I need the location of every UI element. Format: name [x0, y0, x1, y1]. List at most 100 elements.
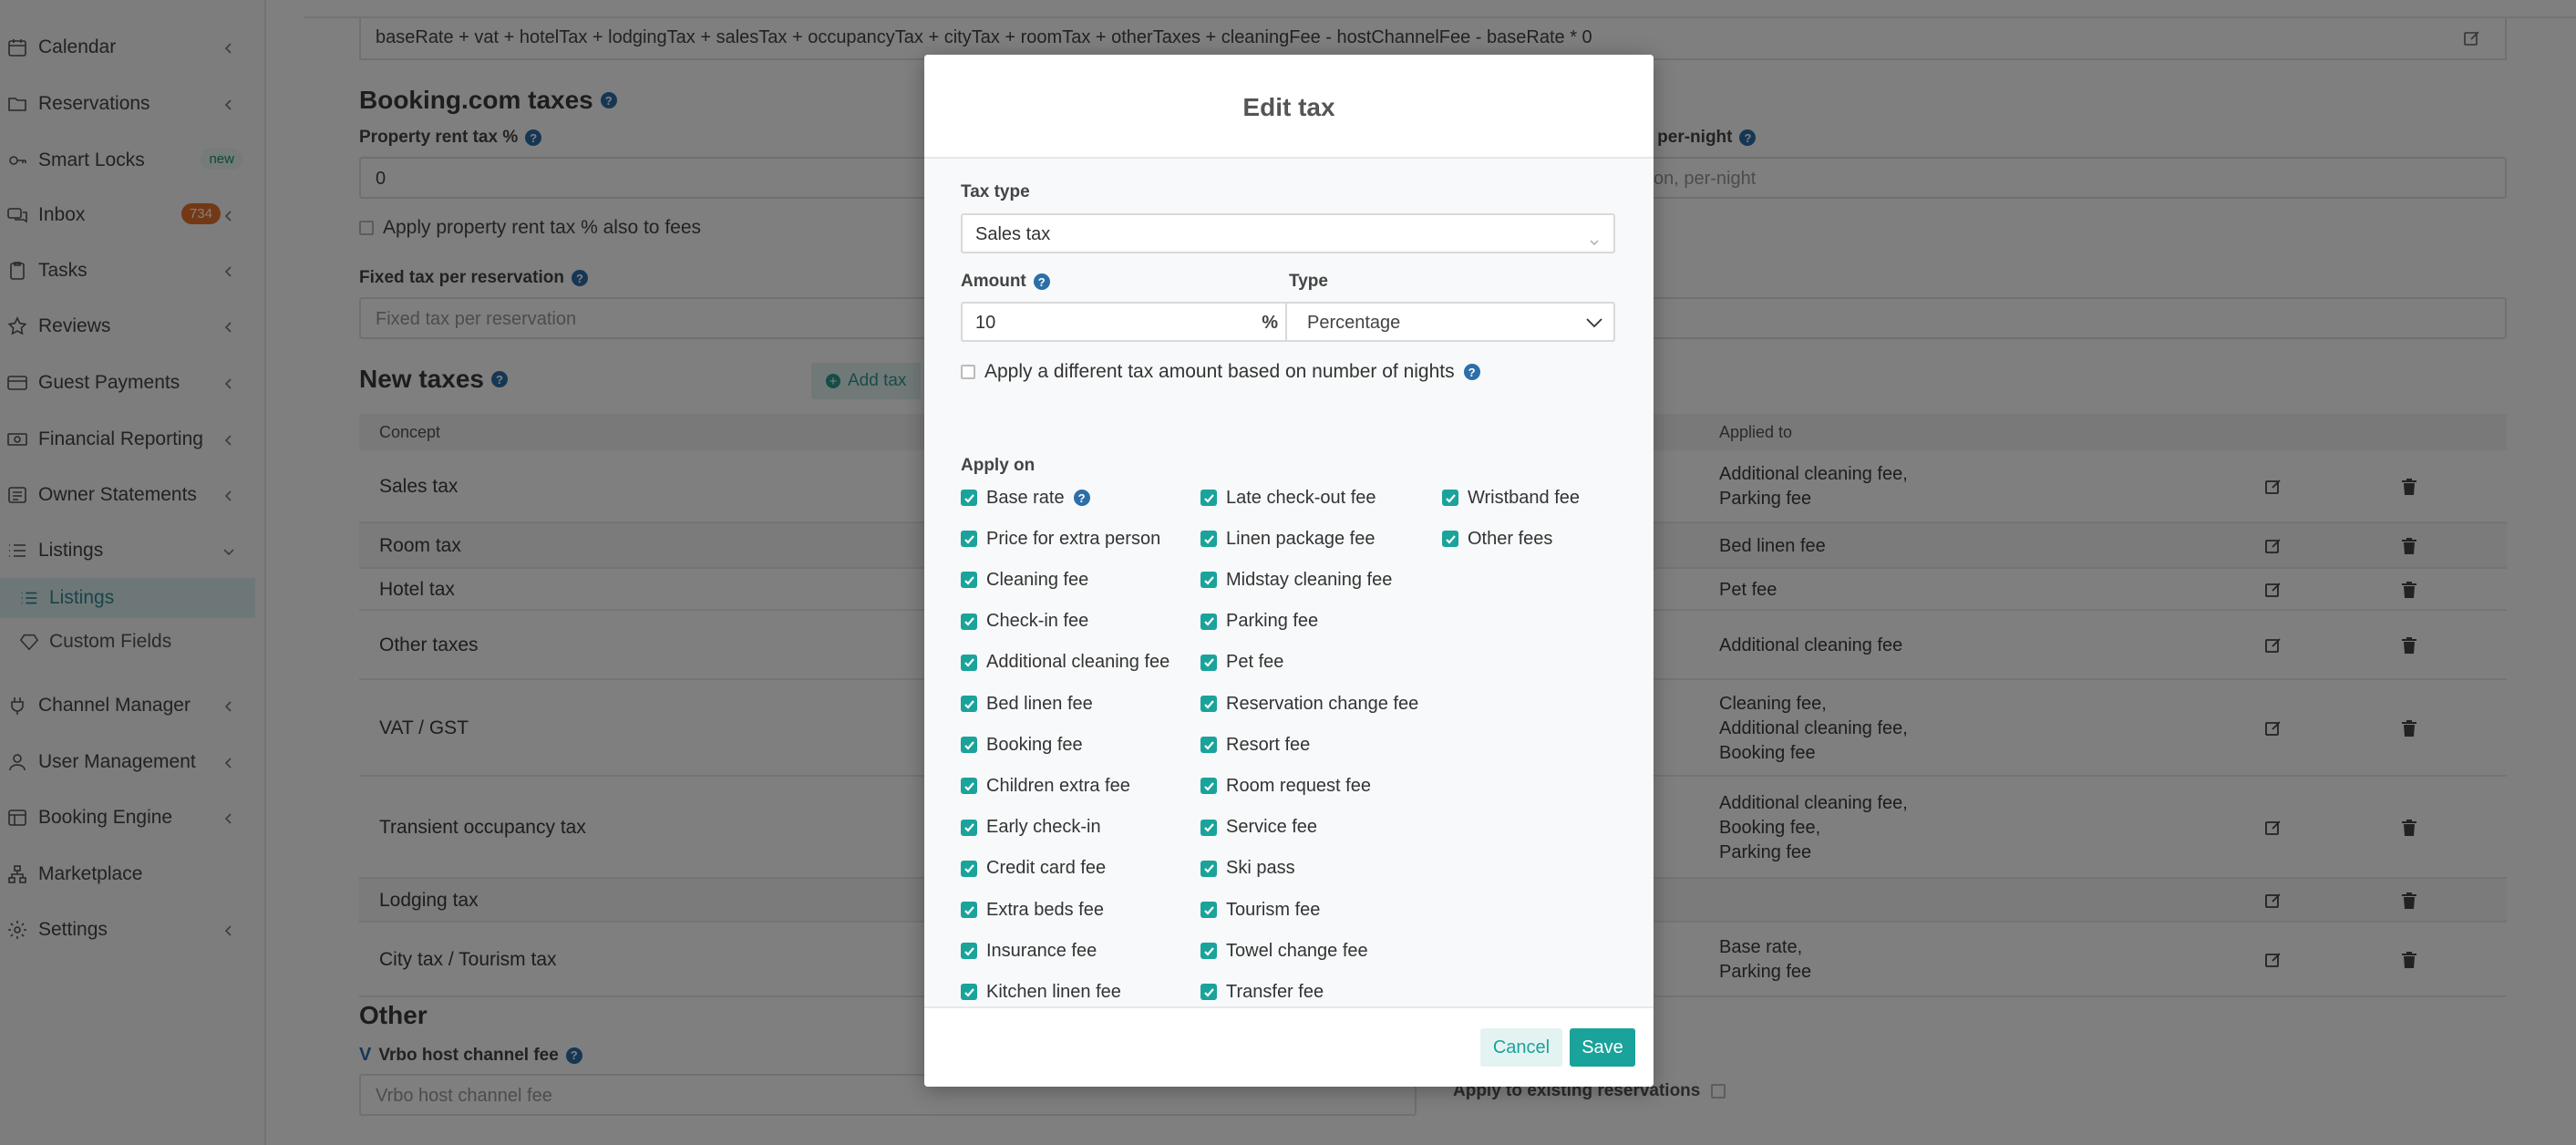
checkbox-checked-icon[interactable]: [1200, 737, 1217, 754]
apply-on-label: Apply on: [961, 456, 1036, 475]
checkbox-checked-icon[interactable]: [1200, 613, 1217, 630]
fee-checkbox[interactable]: Linen package fee: [1200, 526, 1375, 552]
checkbox-checked-icon[interactable]: [1442, 531, 1458, 548]
checkbox-checked-icon[interactable]: [1200, 572, 1217, 589]
fee-label: Service fee: [1226, 817, 1318, 838]
fee-label: Price for extra person: [986, 528, 1161, 549]
fee-checkbox[interactable]: Base rate?: [961, 485, 1090, 511]
checkbox-checked-icon[interactable]: [961, 490, 977, 506]
percent-unit: %: [1262, 313, 1278, 333]
type-select[interactable]: Percentage: [1287, 302, 1615, 342]
save-button[interactable]: Save: [1570, 1028, 1635, 1067]
fee-checkbox[interactable]: Tourism fee: [1200, 897, 1320, 923]
checkbox-checked-icon[interactable]: [1442, 490, 1458, 506]
fee-checkbox[interactable]: Room request fee: [1200, 773, 1371, 799]
fee-label: Bed linen fee: [986, 693, 1093, 714]
cancel-button[interactable]: Cancel: [1480, 1028, 1562, 1067]
fee-label: Linen package fee: [1226, 528, 1376, 549]
fee-label: Cleaning fee: [986, 569, 1089, 590]
fee-label: Wristband fee: [1468, 487, 1581, 508]
fee-label: Transfer fee: [1226, 981, 1324, 1002]
fee-checkbox[interactable]: Cleaning fee: [961, 567, 1088, 593]
fee-checkbox[interactable]: Transfer fee: [1200, 979, 1324, 1005]
checkbox-checked-icon[interactable]: [1200, 984, 1217, 1001]
fee-checkbox[interactable]: Other fees: [1442, 526, 1552, 552]
checkbox-checked-icon[interactable]: [1200, 943, 1217, 960]
fee-checkbox[interactable]: Towel change fee: [1200, 938, 1368, 964]
fee-checkbox[interactable]: Bed linen fee: [961, 691, 1093, 717]
fee-label: Insurance fee: [986, 940, 1097, 961]
checkbox-checked-icon[interactable]: [961, 572, 977, 589]
modal-header: Edit tax: [924, 55, 1654, 159]
fee-label: Check-in fee: [986, 611, 1089, 632]
checkbox-checked-icon[interactable]: [961, 943, 977, 960]
fee-checkbox[interactable]: Parking fee: [1200, 609, 1318, 634]
checkbox-checked-icon[interactable]: [961, 696, 977, 712]
fee-checkbox[interactable]: Children extra fee: [961, 773, 1130, 799]
fee-checkbox[interactable]: Price for extra person: [961, 526, 1160, 552]
help-icon[interactable]: ?: [1073, 490, 1090, 506]
fee-label: Extra beds fee: [986, 899, 1104, 920]
fee-checkbox[interactable]: Kitchen linen fee: [961, 979, 1121, 1005]
fee-checkbox[interactable]: Additional cleaning fee: [961, 650, 1170, 676]
tax-type-select[interactable]: Sales tax: [961, 213, 1615, 253]
checkbox-checked-icon[interactable]: [961, 819, 977, 836]
caret-down-icon: [1590, 232, 1599, 245]
fee-label: Ski pass: [1226, 858, 1295, 879]
checkbox-checked-icon[interactable]: [1200, 490, 1217, 506]
checkbox-checked-icon[interactable]: [961, 654, 977, 671]
fee-checkbox[interactable]: Resort fee: [1200, 732, 1310, 758]
checkbox-checked-icon[interactable]: [1200, 654, 1217, 671]
fee-checkbox[interactable]: Midstay cleaning fee: [1200, 567, 1392, 593]
checkbox-checked-icon[interactable]: [961, 860, 977, 877]
fee-label: Children extra fee: [986, 775, 1130, 796]
fee-checkbox[interactable]: Pet fee: [1200, 650, 1283, 676]
checkbox-checked-icon[interactable]: [1200, 860, 1217, 877]
fee-checkbox[interactable]: Wristband fee: [1442, 485, 1580, 511]
fee-label: Base rate: [986, 487, 1065, 508]
fee-label: Towel change fee: [1226, 940, 1368, 961]
fee-label: Other fees: [1468, 528, 1553, 549]
help-icon[interactable]: ?: [1033, 273, 1050, 290]
fee-checkbox[interactable]: Early check-in: [961, 815, 1101, 841]
different-amount-checkbox[interactable]: Apply a different tax amount based on nu…: [961, 361, 1480, 383]
amount-input[interactable]: 10 %: [961, 302, 1287, 342]
amount-label: Amount ?: [961, 272, 1050, 292]
modal-footer: Cancel Save: [924, 1006, 1654, 1087]
fee-checkbox[interactable]: Credit card fee: [961, 856, 1106, 882]
fee-label: Pet fee: [1226, 652, 1284, 673]
fee-label: Tourism fee: [1226, 899, 1321, 920]
checkbox-checked-icon[interactable]: [961, 778, 977, 795]
fee-label: Early check-in: [986, 817, 1101, 838]
checkbox-checked-icon[interactable]: [961, 902, 977, 918]
help-icon[interactable]: ?: [1463, 364, 1480, 380]
fee-checkbox[interactable]: Check-in fee: [961, 609, 1088, 634]
fee-label: Late check-out fee: [1226, 487, 1376, 508]
type-label: Type: [1289, 272, 1328, 291]
fee-checkbox[interactable]: Ski pass: [1200, 856, 1295, 882]
fee-label: Additional cleaning fee: [986, 652, 1170, 673]
modal-title: Edit tax: [1242, 93, 1335, 121]
fee-checkbox[interactable]: Insurance fee: [961, 938, 1097, 964]
checkbox-checked-icon[interactable]: [961, 613, 977, 630]
fee-checkbox[interactable]: Reservation change fee: [1200, 691, 1418, 717]
fee-checkbox[interactable]: Extra beds fee: [961, 897, 1104, 923]
checkbox-checked-icon[interactable]: [1200, 696, 1217, 712]
checkbox-checked-icon[interactable]: [961, 984, 977, 1001]
fee-label: Midstay cleaning fee: [1226, 569, 1393, 590]
checkbox-checked-icon[interactable]: [1200, 819, 1217, 836]
checkbox-checked-icon[interactable]: [961, 737, 977, 754]
fee-checkbox[interactable]: Service fee: [1200, 815, 1317, 841]
checkbox-checked-icon[interactable]: [1200, 902, 1217, 918]
fee-label: Parking fee: [1226, 611, 1319, 632]
fee-checkbox[interactable]: Late check-out fee: [1200, 485, 1376, 511]
checkbox-checked-icon[interactable]: [961, 531, 977, 548]
fee-label: Credit card fee: [986, 858, 1107, 879]
fee-checkbox[interactable]: Booking fee: [961, 732, 1083, 758]
fee-label: Reservation change fee: [1226, 693, 1419, 714]
chevron-down-icon: [1584, 313, 1604, 333]
checkbox-checked-icon[interactable]: [1200, 531, 1217, 548]
checkbox-checked-icon[interactable]: [1200, 778, 1217, 795]
fee-label: Kitchen linen fee: [986, 981, 1121, 1002]
checkbox-box[interactable]: [961, 365, 975, 379]
